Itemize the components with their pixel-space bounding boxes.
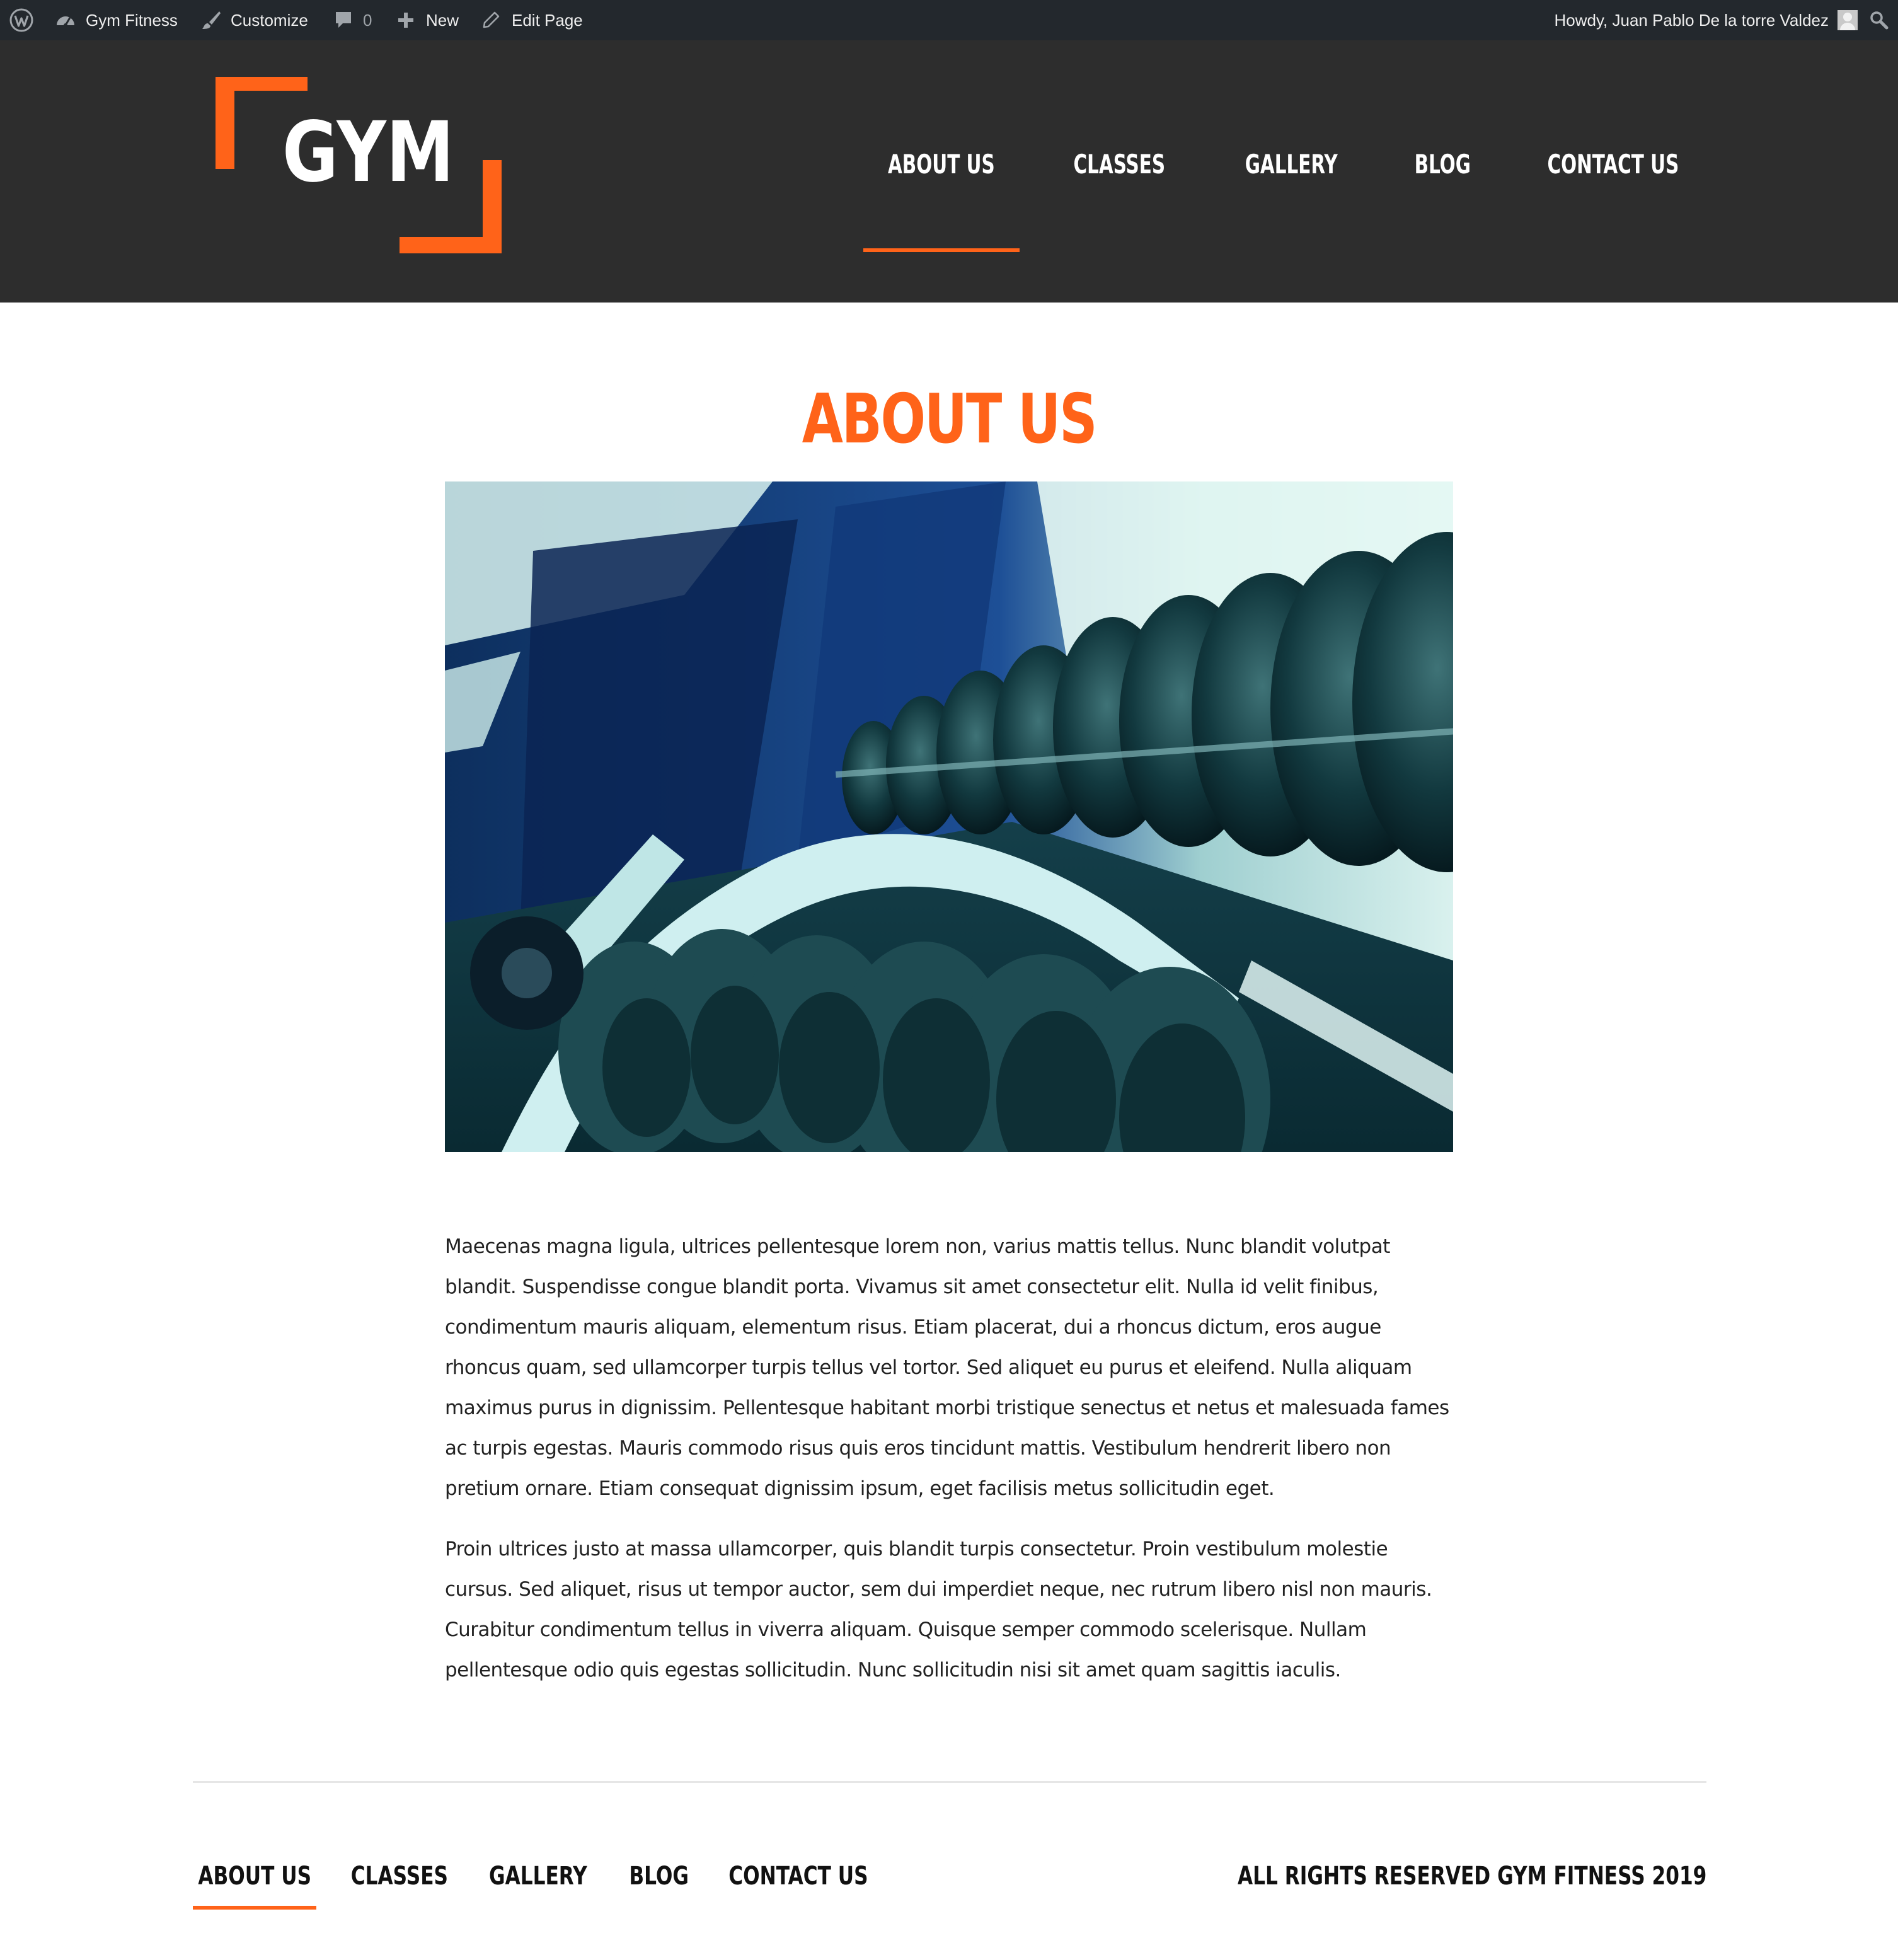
footer-nav-about-us[interactable]: About Us [193,1855,316,1897]
nav-gallery[interactable]: Gallery [1229,137,1354,190]
page-title: About Us [0,382,1898,458]
copyright-notice: All Rights Reserved Gym Fitness 2019 [1105,1855,1706,1897]
site-name-link[interactable]: Gym Fitness [54,0,178,40]
footer-nav-contact-us[interactable]: Contact Us [728,1855,868,1897]
footer-nav-about-us-label: About Us [198,1862,311,1891]
footer-nav-classes-label: Classes [350,1862,449,1891]
nav-blog-label: Blog [1414,148,1471,180]
avatar [1838,10,1858,30]
customize-link[interactable]: Customize [200,0,308,40]
nav-blog[interactable]: Blog [1399,137,1486,190]
nav-active-indicator [863,248,1020,252]
footer-nav-gallery[interactable]: Gallery [488,1855,589,1897]
edit-page-label: Edit Page [512,10,583,30]
footer-active-indicator [193,1906,316,1910]
copyright-text: All Rights Reserved Gym Fitness 2019 [1237,1862,1706,1891]
dumbbell-rack-photo [445,481,1453,1152]
comments-count: 0 [363,10,372,30]
content-paragraph: Proin ultrices justo at massa ullamcorpe… [445,1538,1432,1681]
footer-nav-blog[interactable]: Blog [628,1855,691,1897]
comments-link[interactable]: 0 [334,0,372,40]
admin-search-button[interactable] [1869,0,1889,40]
brush-icon [200,9,222,31]
content-paragraph: Maecenas magna ligula, ultrices pellente… [445,1235,1449,1500]
dashboard-icon [54,9,77,32]
pencil-icon [481,11,500,30]
nav-about-us-label: About Us [888,148,995,180]
wordpress-menu[interactable] [9,0,34,40]
footer-nav-contact-us-label: Contact Us [728,1862,868,1891]
footer-nav-blog-label: Blog [629,1862,689,1891]
nav-about-us[interactable]: About Us [863,137,1020,190]
footer-nav-gallery-label: Gallery [489,1862,587,1891]
search-icon [1869,10,1889,30]
main-navigation: About Us Classes Gallery Blog Contact Us [0,137,1898,252]
wordpress-icon [9,8,34,33]
plus-icon [397,11,415,29]
hero-image [445,481,1453,1152]
nav-contact-us-label: Contact Us [1547,148,1679,180]
nav-classes[interactable]: Classes [1056,137,1182,190]
howdy-greeting: Howdy, Juan Pablo De la torre Valdez [1554,10,1829,30]
nav-gallery-label: Gallery [1245,148,1338,180]
footer-divider [193,1781,1706,1783]
edit-page-link[interactable]: Edit Page [481,0,583,40]
account-menu[interactable]: Howdy, Juan Pablo De la torre Valdez [1555,0,1858,40]
nav-contact-us[interactable]: Contact Us [1538,137,1689,190]
footer-nav-classes[interactable]: Classes [349,1855,450,1897]
page-content: Maecenas magna ligula, ultrices pellente… [445,1226,1453,1710]
admin-bar: Gym Fitness Customize 0 New Edit Page Ho… [0,0,1898,40]
site-header: GYM About Us Classes Gallery Blog Contac… [0,40,1898,303]
customize-label: Customize [231,10,308,30]
page-title-text: About Us [802,380,1098,459]
comment-icon [334,10,353,30]
site-name-label: Gym Fitness [86,10,178,30]
nav-classes-label: Classes [1073,148,1165,180]
new-content-link[interactable]: New [397,0,459,40]
new-label: New [426,10,459,30]
